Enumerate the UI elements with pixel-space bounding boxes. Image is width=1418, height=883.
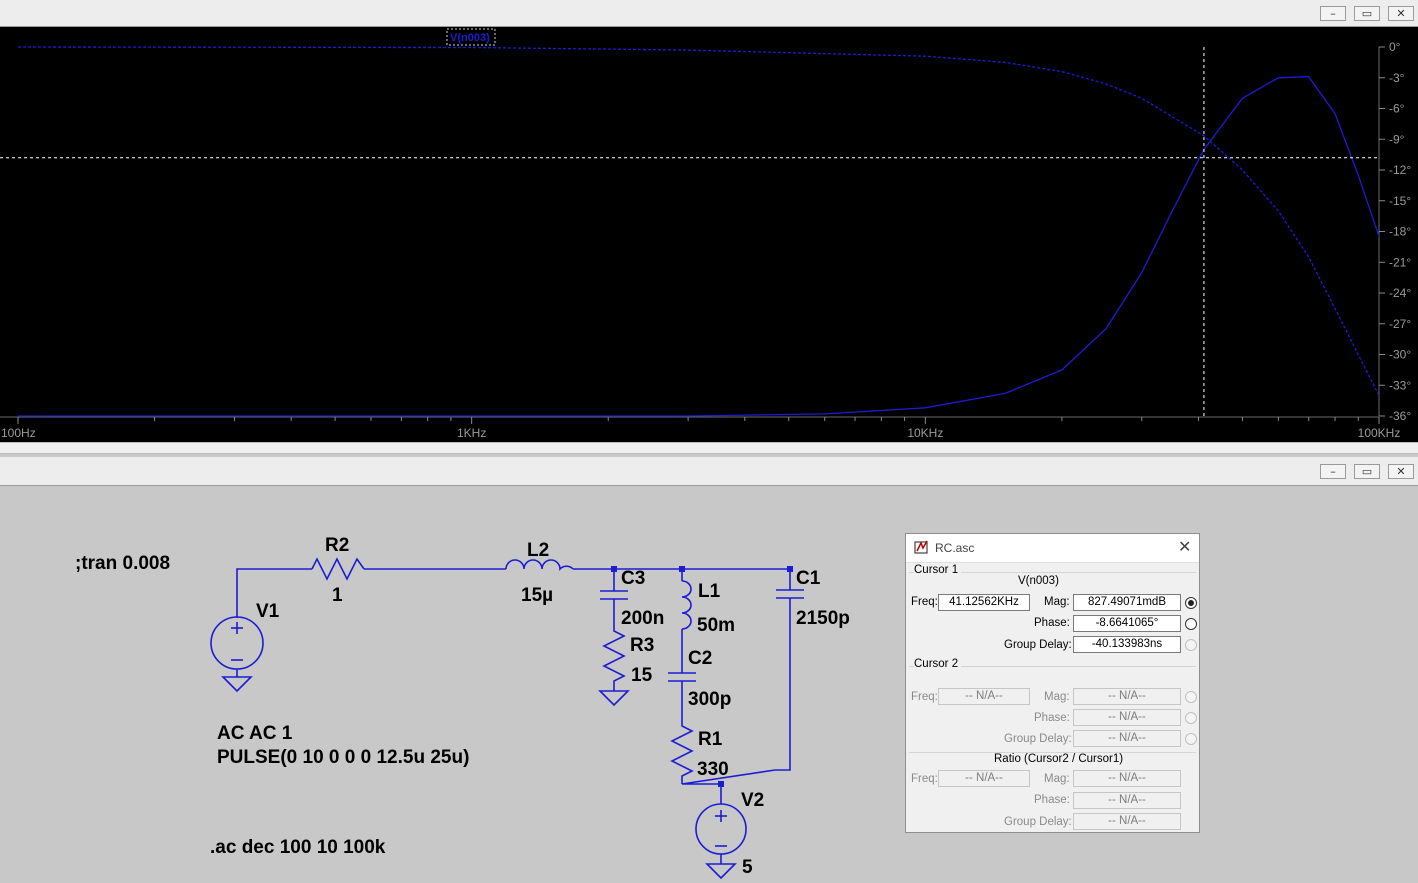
plot-restore-button[interactable]: ▭: [1354, 6, 1380, 21]
ratio-gd-label: Group Delay:: [1004, 816, 1072, 828]
y-tick-label: -3°: [1389, 71, 1405, 85]
dialog-title: RC.asc: [935, 541, 975, 555]
r1-name[interactable]: R1: [698, 729, 723, 750]
v1-name[interactable]: V1: [256, 601, 280, 622]
dialog-close-icon[interactable]: ✕: [1178, 537, 1191, 556]
ratio-mag-field[interactable]: -- N/A--: [1073, 770, 1181, 787]
cursor1-freq-field[interactable]: 41.12562KHz: [938, 594, 1030, 611]
schematic-close-button[interactable]: ✕: [1388, 464, 1414, 479]
cursor2-group-label: Cursor 2: [914, 658, 962, 670]
c1-value[interactable]: 2150p: [796, 608, 850, 629]
ratio-phase-label: Phase:: [1034, 794, 1070, 806]
y-tick-label: -36°: [1389, 409, 1411, 423]
cursor2-gd-radio[interactable]: [1185, 733, 1197, 745]
cursor1-trace-name: V(n003): [1018, 575, 1059, 587]
r1-value[interactable]: 330: [697, 759, 729, 780]
l1-name[interactable]: L1: [698, 581, 721, 602]
cursor2-freq-label: Freq:: [911, 691, 938, 703]
waveform-plot-pane[interactable]: 0° -3° -6° -9° -12° -15° -18° -21° -24° -27° -30° -…: [0, 27, 1418, 442]
cursor2-phase-label: Phase:: [1034, 712, 1070, 724]
plot-canvas[interactable]: 0° -3° -6° -9° -12° -15° -18° -21° -24° -27° -30° -…: [0, 27, 1418, 442]
y-tick-label: -18°: [1389, 225, 1411, 239]
y-tick-label: -27°: [1389, 317, 1411, 331]
r3-value[interactable]: 15: [631, 665, 653, 686]
v2-value[interactable]: 5: [742, 857, 753, 878]
c3-value[interactable]: 200n: [621, 608, 664, 629]
c2-value[interactable]: 300p: [688, 689, 731, 710]
y-tick-label: 0°: [1389, 40, 1401, 54]
tick-layer: [0, 46, 1385, 424]
dialog-titlebar[interactable]: RC.asc ✕: [906, 534, 1199, 563]
cursor-dialog: RC.asc ✕ Cursor 1 V(n003) Freq: 41.12562…: [905, 533, 1200, 833]
phase-trace: [17, 46, 1380, 396]
y-tick-label: -15°: [1389, 194, 1411, 208]
plot-close-button[interactable]: ✕: [1388, 6, 1414, 21]
v2-name[interactable]: V2: [741, 790, 764, 811]
cursor2-gd-field[interactable]: -- N/A--: [1073, 730, 1181, 747]
ratio-mag-label: Mag:: [1044, 773, 1070, 785]
y-tick-label: -30°: [1389, 348, 1411, 362]
schematic-canvas[interactable]: ;tran 0.008 R2 1 L2 15µ V1 C3 200n R3 15…: [0, 486, 1418, 883]
ac-directive[interactable]: .ac dec 100 10 100k: [210, 837, 386, 858]
cursor2-mag-radio[interactable]: [1185, 691, 1197, 703]
schematic-minimize-button[interactable]: –: [1320, 464, 1346, 479]
cursor1-gd-label: Group Delay:: [1004, 639, 1072, 651]
y-tick-label: -12°: [1389, 163, 1411, 177]
ltspice-app-icon: [914, 539, 930, 555]
plot-window-titlebar: – ▭ ✕: [0, 0, 1418, 27]
l2-value[interactable]: 15µ: [521, 585, 553, 606]
magnitude-trace: [18, 76, 1380, 417]
y-tick-label: -9°: [1389, 132, 1405, 146]
cursor1-phase-radio[interactable]: [1185, 618, 1197, 630]
y-tick-label: -24°: [1389, 286, 1411, 300]
cursor2-mag-field[interactable]: -- N/A--: [1073, 688, 1181, 705]
x-tick-label: 100KHz: [1358, 426, 1401, 440]
ratio-freq-field[interactable]: -- N/A--: [938, 770, 1030, 787]
schematic-restore-button[interactable]: ▭: [1354, 464, 1380, 479]
cursor2-phase-radio[interactable]: [1185, 712, 1197, 724]
cursor1-gd-radio[interactable]: [1185, 639, 1197, 651]
cursor2-gd-label: Group Delay:: [1004, 733, 1072, 745]
cursor1-mag-field[interactable]: 827.49071mdB: [1073, 594, 1181, 611]
ratio-gd-field[interactable]: -- N/A--: [1073, 813, 1181, 830]
v1-ac-spec[interactable]: AC AC 1: [217, 723, 293, 744]
cursor1-mag-label: Mag:: [1044, 596, 1070, 608]
r2-name[interactable]: R2: [325, 535, 349, 556]
schematic-wires: [210, 557, 804, 880]
c3-name[interactable]: C3: [621, 568, 645, 589]
cursor1-group-label: Cursor 1: [914, 564, 962, 576]
trace-label[interactable]: V(n003): [450, 32, 490, 44]
x-tick-label: 100Hz: [1, 426, 36, 440]
y-tick-label: -21°: [1389, 255, 1411, 269]
r2-value[interactable]: 1: [332, 585, 343, 606]
cursor1-phase-label: Phase:: [1034, 617, 1070, 629]
plot-minimize-button[interactable]: –: [1320, 6, 1346, 21]
tran-directive[interactable]: ;tran 0.008: [75, 553, 170, 574]
l2-name[interactable]: L2: [527, 540, 549, 561]
schematic-window-titlebar: – ▭ ✕: [0, 457, 1418, 486]
ratio-group-label: Ratio (Cursor2 / Cursor1): [994, 753, 1124, 765]
ratio-phase-field[interactable]: -- N/A--: [1073, 792, 1181, 809]
cursor1-mag-radio[interactable]: [1185, 597, 1197, 609]
cursor2-mag-label: Mag:: [1044, 691, 1070, 703]
cursor-layer: [0, 47, 1379, 416]
label-layer: 0° -3° -6° -9° -12° -15° -18° -21° -24° -27° -30° -…: [1, 28, 1411, 440]
cursor1-freq-label: Freq:: [911, 596, 938, 608]
cursor1-gd-field[interactable]: -40.133983ns: [1073, 636, 1181, 653]
ratio-freq-label: Freq:: [911, 773, 938, 785]
c2-name[interactable]: C2: [688, 648, 712, 669]
r3-name[interactable]: R3: [630, 635, 654, 656]
x-tick-label: 1KHz: [457, 426, 486, 440]
cursor1-phase-field[interactable]: -8.6641065°: [1073, 615, 1181, 632]
cursor2-freq-field[interactable]: -- N/A--: [938, 688, 1030, 705]
y-tick-label: -33°: [1389, 378, 1411, 392]
v1-pulse-spec[interactable]: PULSE(0 10 0 0 0 12.5u 25u): [217, 747, 469, 768]
x-tick-label: 10KHz: [907, 426, 943, 440]
pane-splitter[interactable]: [0, 442, 1418, 454]
c1-name[interactable]: C1: [796, 568, 821, 589]
cursor2-phase-field[interactable]: -- N/A--: [1073, 709, 1181, 726]
l1-value[interactable]: 50m: [697, 615, 735, 636]
y-tick-label: -6°: [1389, 102, 1405, 116]
series-layer: [17, 46, 1380, 417]
